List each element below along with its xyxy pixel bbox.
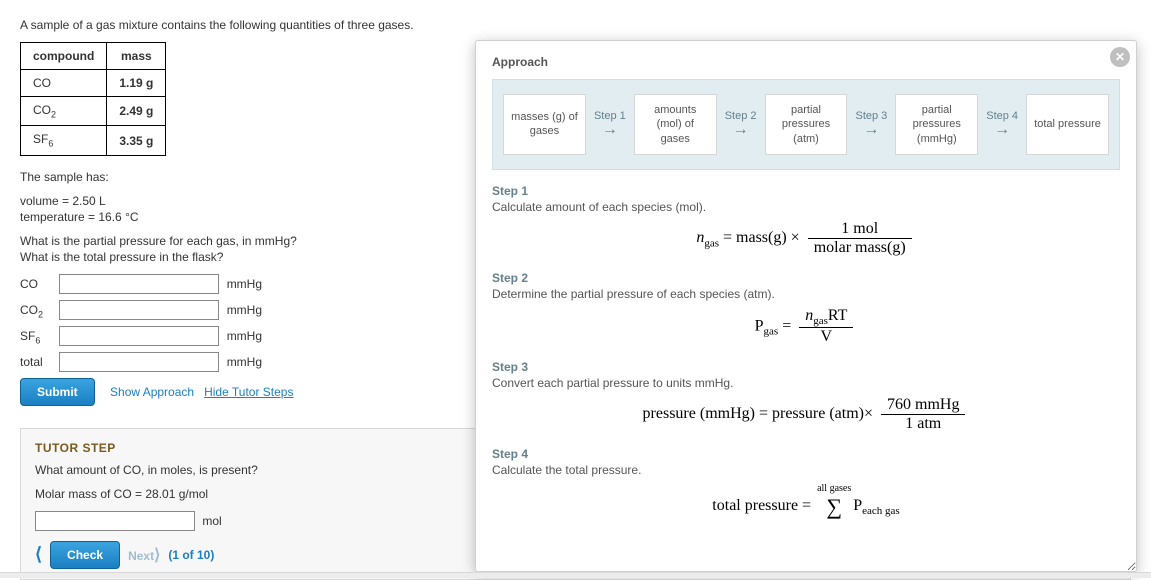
cell-compound-sf6: SF6 bbox=[21, 126, 107, 155]
table-row: CO 1.19 g bbox=[21, 70, 166, 97]
approach-step4: Step 4 Calculate the total pressure. tot… bbox=[492, 447, 1120, 520]
table-row: SF6 3.35 g bbox=[21, 126, 166, 155]
th-mass: mass bbox=[107, 43, 166, 70]
flow-box-2: amounts (mol) of gases bbox=[634, 94, 717, 155]
flow-box-3: partial pressures (atm) bbox=[765, 94, 848, 155]
tutor-input[interactable] bbox=[35, 511, 195, 531]
cell-mass-sf6: 3.35 g bbox=[107, 126, 166, 155]
step4-title: Step 4 bbox=[492, 447, 1120, 461]
cell-mass-co: 1.19 g bbox=[107, 70, 166, 97]
hide-tutor-link[interactable]: Hide Tutor Steps bbox=[204, 385, 293, 399]
step2-desc: Determine the partial pressure of each s… bbox=[492, 287, 1120, 301]
label-co2: CO2 bbox=[20, 303, 56, 319]
unit-total: mmHg bbox=[227, 355, 262, 369]
cell-compound-co2: CO2 bbox=[21, 97, 107, 126]
flow-step-2: Step 2→ bbox=[723, 94, 759, 155]
flow-box-1: masses (g) of gases bbox=[503, 94, 586, 155]
equation-step4: total pressure = all gases ∑ Peach gas bbox=[492, 483, 1120, 520]
input-total[interactable] bbox=[59, 352, 219, 372]
question-intro: A sample of a gas mixture contains the f… bbox=[20, 18, 1131, 32]
step3-title: Step 3 bbox=[492, 360, 1120, 374]
flow-step-4: Step 4→ bbox=[984, 94, 1020, 155]
check-button[interactable]: Check bbox=[50, 541, 120, 569]
approach-panel: ✕ Approach masses (g) of gases Step 1→ a… bbox=[475, 40, 1137, 572]
equation-step2: Pgas = ngasRTV bbox=[492, 307, 1120, 346]
approach-title: Approach bbox=[492, 55, 1120, 69]
cell-mass-co2: 2.49 g bbox=[107, 97, 166, 126]
approach-step3: Step 3 Convert each partial pressure to … bbox=[492, 360, 1120, 433]
label-total: total bbox=[20, 355, 56, 369]
step2-title: Step 2 bbox=[492, 271, 1120, 285]
prev-arrow-icon[interactable]: ⟨ bbox=[35, 544, 42, 565]
input-co[interactable] bbox=[59, 274, 219, 294]
step4-desc: Calculate the total pressure. bbox=[492, 463, 1120, 477]
input-sf6[interactable] bbox=[59, 326, 219, 346]
approach-step2: Step 2 Determine the partial pressure of… bbox=[492, 271, 1120, 346]
step1-title: Step 1 bbox=[492, 184, 1120, 198]
equation-step3: pressure (mmHg) = pressure (atm)× 760 mm… bbox=[492, 396, 1120, 433]
approach-step1: Step 1 Calculate amount of each species … bbox=[492, 184, 1120, 257]
footer-divider bbox=[0, 572, 1151, 578]
step1-desc: Calculate amount of each species (mol). bbox=[492, 200, 1120, 214]
step-counter: (1 of 10) bbox=[168, 548, 214, 562]
show-approach-link[interactable]: Show Approach bbox=[110, 385, 194, 399]
unit-sf6: mmHg bbox=[227, 329, 262, 343]
unit-co: mmHg bbox=[227, 277, 262, 291]
flow-step-1: Step 1→ bbox=[592, 94, 628, 155]
cell-compound-co: CO bbox=[21, 70, 107, 97]
next-button-disabled: Next⟩ bbox=[128, 545, 160, 565]
close-icon[interactable]: ✕ bbox=[1110, 47, 1130, 67]
flow-step-3: Step 3→ bbox=[853, 94, 889, 155]
th-compound: compound bbox=[21, 43, 107, 70]
table-row: CO2 2.49 g bbox=[21, 97, 166, 126]
approach-flow: masses (g) of gases Step 1→ amounts (mol… bbox=[492, 79, 1120, 170]
step3-desc: Convert each partial pressure to units m… bbox=[492, 376, 1120, 390]
label-sf6: SF6 bbox=[20, 329, 56, 345]
equation-step1: ngas = mass(g) × 1 molmolar mass(g) bbox=[492, 220, 1120, 257]
label-co: CO bbox=[20, 277, 56, 291]
unit-co2: mmHg bbox=[227, 303, 262, 317]
flow-box-5: total pressure bbox=[1026, 94, 1109, 155]
flow-box-4: partial pressures (mmHg) bbox=[895, 94, 978, 155]
compound-table: compound mass CO 1.19 g CO2 2.49 g SF6 3… bbox=[20, 42, 166, 156]
submit-button[interactable]: Submit bbox=[20, 378, 95, 406]
tutor-unit: mol bbox=[202, 514, 221, 528]
input-co2[interactable] bbox=[59, 300, 219, 320]
